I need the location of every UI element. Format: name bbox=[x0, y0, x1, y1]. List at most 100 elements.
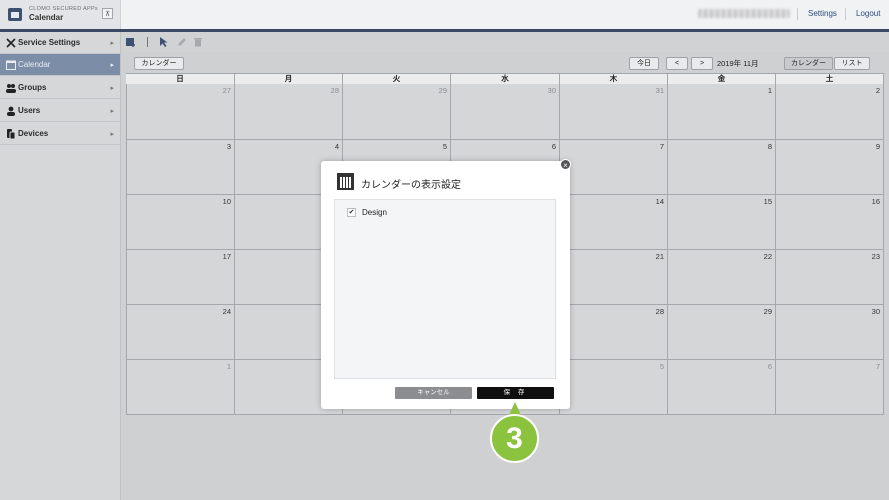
calendar-day-cell[interactable]: 29 bbox=[668, 305, 776, 360]
prev-month-button[interactable]: < bbox=[666, 57, 688, 70]
edit-pencil-icon[interactable] bbox=[177, 37, 187, 47]
calendar-day-cell[interactable]: 22 bbox=[668, 250, 776, 305]
toolbar-divider bbox=[147, 37, 148, 47]
day-number: 1 bbox=[226, 362, 231, 371]
add-calendar-icon[interactable] bbox=[126, 37, 136, 47]
day-number: 5 bbox=[442, 142, 447, 151]
day-number: 7 bbox=[875, 362, 880, 371]
cancel-button[interactable]: キャンセル bbox=[395, 387, 472, 399]
calendar-day-cell[interactable]: 3 bbox=[126, 140, 235, 195]
calendar-day-cell[interactable]: 16 bbox=[776, 195, 884, 250]
month-label: 2019年 11月 bbox=[717, 59, 759, 68]
day-number: 22 bbox=[763, 252, 772, 261]
trash-icon[interactable] bbox=[193, 37, 203, 47]
view-list-tab[interactable]: リスト bbox=[834, 57, 870, 70]
calendar-day-cell[interactable]: 27 bbox=[126, 84, 235, 140]
weekday-header: 水 bbox=[451, 74, 560, 84]
sidebar-item-label: Calendar bbox=[18, 60, 51, 69]
brand-subtitle: CLOMO SECURED APPs bbox=[29, 6, 98, 12]
sidebar-item-calendar[interactable]: Calendar ▸ bbox=[0, 54, 120, 76]
calendar-day-cell[interactable]: 28 bbox=[235, 84, 343, 140]
day-number: 23 bbox=[871, 252, 880, 261]
day-number: 24 bbox=[222, 307, 231, 316]
toolbar bbox=[121, 32, 889, 52]
day-number: 10 bbox=[222, 197, 231, 206]
calendar-day-cell[interactable]: 14 bbox=[560, 195, 668, 250]
sidebar-item-label: Users bbox=[18, 106, 41, 115]
day-number: 8 bbox=[767, 142, 772, 151]
design-checkbox[interactable]: ✔ bbox=[347, 208, 356, 217]
calendar-day-cell[interactable]: 1 bbox=[126, 360, 235, 415]
calendar-day-cell[interactable]: 30 bbox=[776, 305, 884, 360]
sidebar-collapse-icon[interactable]: ⊼ bbox=[102, 8, 113, 19]
calendar-list bbox=[334, 199, 556, 379]
chevron-right-icon: ▸ bbox=[110, 62, 114, 69]
header-divider bbox=[845, 8, 846, 20]
day-number: 30 bbox=[547, 86, 556, 95]
calendar-day-cell[interactable]: 7 bbox=[560, 140, 668, 195]
day-number: 15 bbox=[763, 197, 772, 206]
calendar-day-cell[interactable]: 7 bbox=[776, 360, 884, 415]
weekday-header: 火 bbox=[343, 74, 451, 84]
next-month-button[interactable]: > bbox=[691, 57, 713, 70]
calendar-day-cell[interactable]: 21 bbox=[560, 250, 668, 305]
sidebar-item-service-settings[interactable]: Service Settings ▸ bbox=[0, 32, 120, 54]
calendar-day-cell[interactable]: 29 bbox=[343, 84, 451, 140]
brand-title: Calendar bbox=[29, 13, 64, 22]
chevron-right-icon: ▸ bbox=[110, 40, 114, 47]
calendar-day-cell[interactable]: 8 bbox=[668, 140, 776, 195]
calendar-day-cell[interactable]: 17 bbox=[126, 250, 235, 305]
calendar-day-cell[interactable]: 30 bbox=[451, 84, 560, 140]
chevron-right-icon: ▸ bbox=[110, 131, 114, 138]
logout-link[interactable]: Logout bbox=[856, 9, 880, 18]
calendar-day-cell[interactable]: 10 bbox=[126, 195, 235, 250]
calendar-day-cell[interactable]: 2 bbox=[776, 84, 884, 140]
day-number: 27 bbox=[222, 86, 231, 95]
header-divider bbox=[797, 8, 798, 20]
day-number: 6 bbox=[767, 362, 772, 371]
day-number: 28 bbox=[330, 86, 339, 95]
day-number: 5 bbox=[659, 362, 664, 371]
day-number: 9 bbox=[875, 142, 880, 151]
settings-link[interactable]: Settings bbox=[808, 9, 837, 18]
day-number: 1 bbox=[767, 86, 772, 95]
calendar-day-cell[interactable]: 15 bbox=[668, 195, 776, 250]
calendar-day-cell[interactable]: 5 bbox=[560, 360, 668, 415]
user-account-name bbox=[698, 9, 790, 18]
calendar-day-cell[interactable]: 9 bbox=[776, 140, 884, 195]
user-icon bbox=[7, 106, 15, 116]
weekday-header: 土 bbox=[776, 74, 884, 84]
weekday-header: 木 bbox=[560, 74, 668, 84]
day-number: 29 bbox=[763, 307, 772, 316]
chevron-right-icon: ▸ bbox=[110, 85, 114, 92]
calendar-day-cell[interactable]: 6 bbox=[668, 360, 776, 415]
day-number: 7 bbox=[659, 142, 664, 151]
calendar-day-cell[interactable]: 23 bbox=[776, 250, 884, 305]
sidebar-item-groups[interactable]: Groups ▸ bbox=[0, 77, 120, 99]
day-number: 21 bbox=[655, 252, 664, 261]
sidebar-item-devices[interactable]: Devices ▸ bbox=[0, 123, 120, 145]
calendar-day-cell[interactable]: 24 bbox=[126, 305, 235, 360]
dialog-title: カレンダーの表示設定 bbox=[361, 180, 461, 191]
calendar-day-cell[interactable]: 31 bbox=[560, 84, 668, 140]
today-button[interactable]: 今日 bbox=[629, 57, 659, 70]
sidebar-item-label: Groups bbox=[18, 83, 47, 92]
calendar-day-cell[interactable]: 28 bbox=[560, 305, 668, 360]
select-cursor-icon[interactable] bbox=[159, 37, 169, 47]
calendar-icon bbox=[337, 173, 354, 190]
weekday-header: 金 bbox=[668, 74, 776, 84]
day-number: 29 bbox=[438, 86, 447, 95]
sidebar-item-users[interactable]: Users ▸ bbox=[0, 100, 120, 122]
calendar-day-cell[interactable]: 1 bbox=[668, 84, 776, 140]
day-number: 6 bbox=[551, 142, 556, 151]
group-icon bbox=[6, 84, 16, 93]
close-icon[interactable]: × bbox=[560, 159, 571, 170]
day-number: 31 bbox=[655, 86, 664, 95]
save-button[interactable]: 保 存 bbox=[477, 387, 554, 399]
sidebar-item-label: Service Settings bbox=[18, 38, 81, 47]
view-calendar-tab[interactable]: カレンダー bbox=[784, 57, 833, 70]
design-checkbox-label[interactable]: Design bbox=[362, 208, 387, 217]
app-logo-icon bbox=[8, 8, 22, 21]
day-number: 28 bbox=[655, 307, 664, 316]
calendar-select-button[interactable]: カレンダー bbox=[134, 57, 184, 70]
